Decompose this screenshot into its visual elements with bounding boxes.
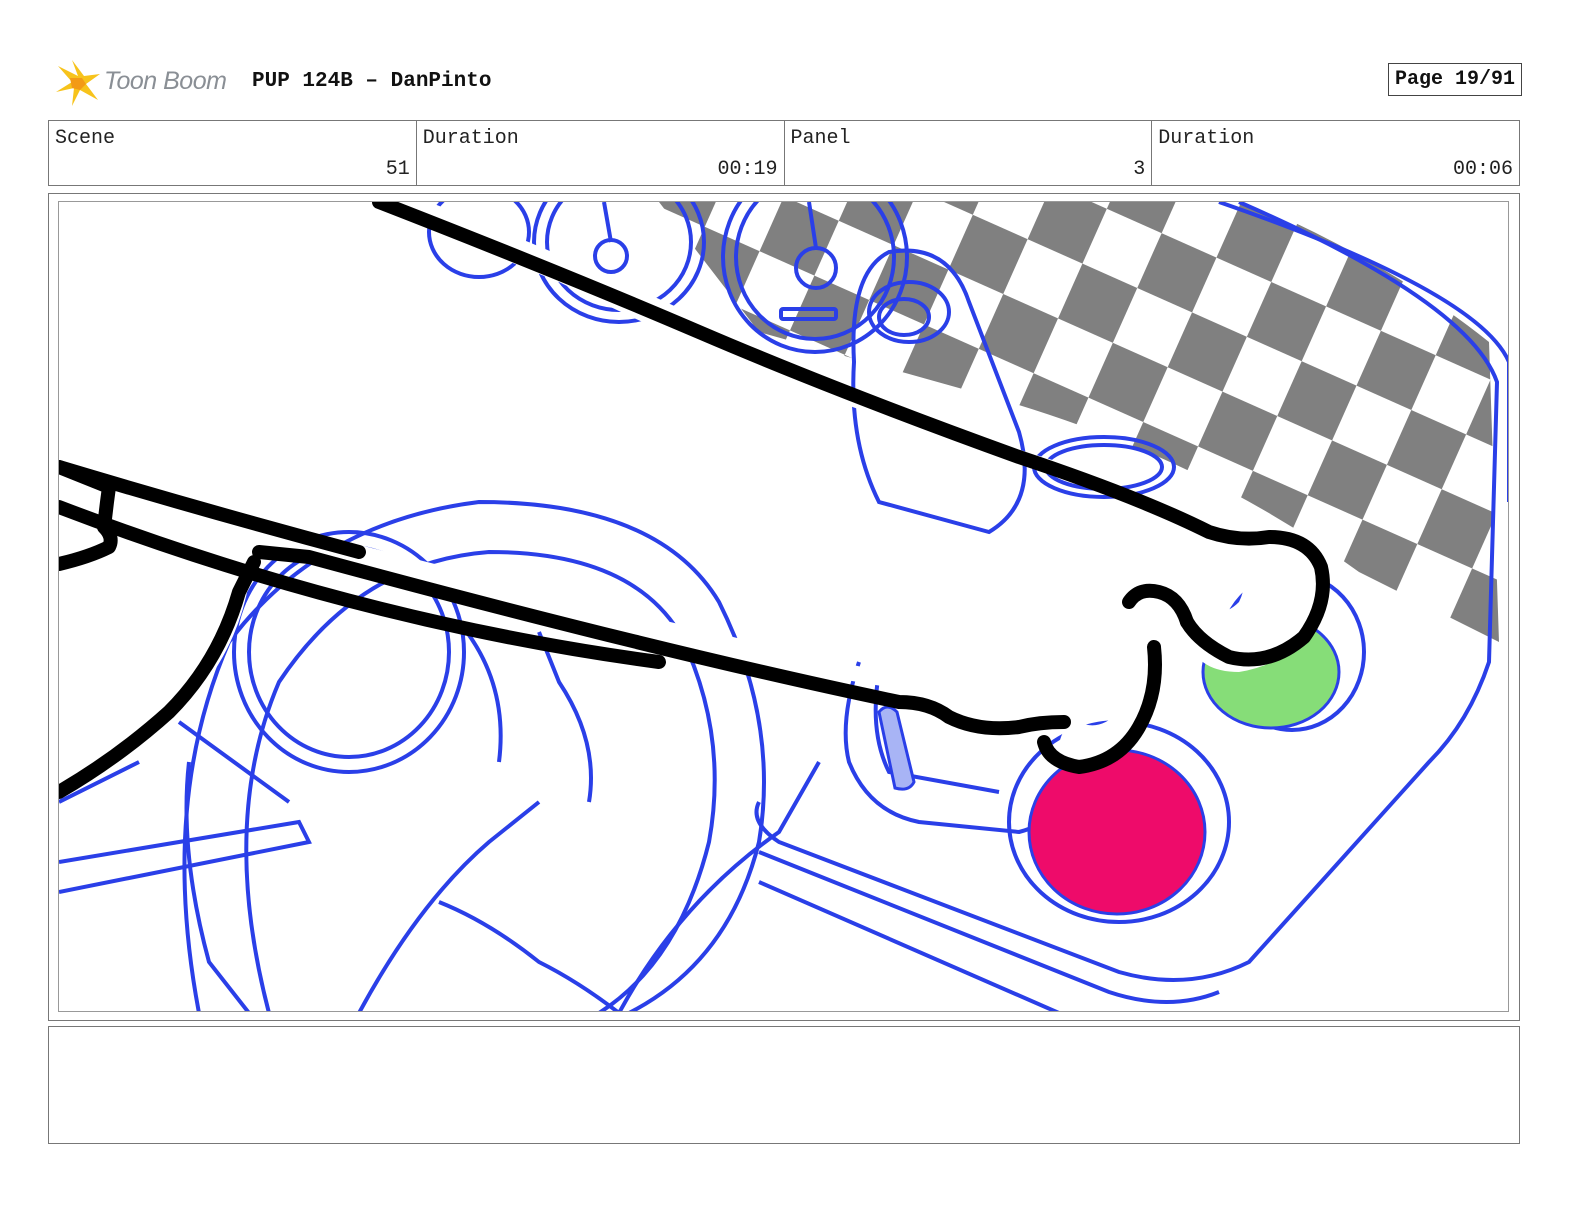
notes-box[interactable] xyxy=(48,1026,1520,1144)
star-burst-icon xyxy=(56,60,100,106)
scene-cell: Scene 51 xyxy=(49,121,417,185)
panel-duration-label: Duration xyxy=(1158,127,1255,150)
page-header: Toon Boom PUP 124B – DanPinto Page 19/91 xyxy=(52,58,1522,108)
panel-duration-cell: Duration 00:06 xyxy=(1152,121,1519,185)
panel-cell: Panel 3 xyxy=(785,121,1153,185)
project-title: PUP 124B – DanPinto xyxy=(252,70,492,93)
scene-label: Scene xyxy=(55,127,116,150)
scene-duration-value: 00:19 xyxy=(717,158,778,181)
panel-label: Panel xyxy=(790,127,851,150)
panel-duration-value: 00:06 xyxy=(1452,158,1513,181)
toon-boom-logo: Toon Boom xyxy=(52,58,242,108)
lever-icon xyxy=(877,705,916,791)
logo-text: Toon Boom xyxy=(104,67,227,95)
scene-value: 51 xyxy=(385,158,410,181)
panel-drawing xyxy=(58,201,1509,1012)
storyboard-drawing-icon xyxy=(59,202,1508,1011)
panel-frame xyxy=(48,193,1520,1021)
scene-duration-label: Duration xyxy=(422,127,519,150)
panel-value: 3 xyxy=(1133,158,1146,181)
red-button-icon xyxy=(1027,748,1207,916)
page-indicator: Page 19/91 xyxy=(1387,63,1522,96)
scene-duration-cell: Duration 00:19 xyxy=(417,121,785,185)
panel-info-table: Scene 51 Duration 00:19 Panel 3 Duration… xyxy=(48,120,1520,186)
